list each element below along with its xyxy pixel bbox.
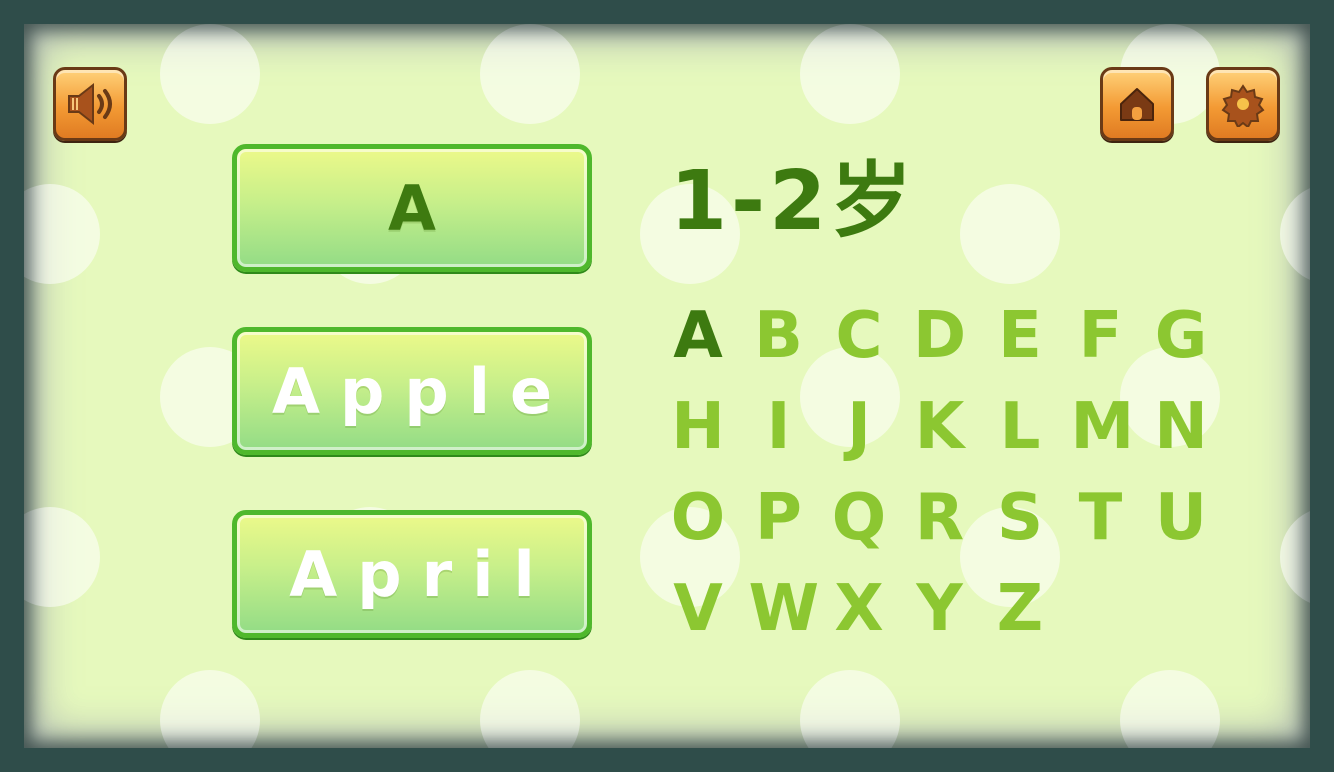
word-button-apple[interactable]: Apple — [232, 327, 592, 455]
letter-i[interactable]: I — [749, 387, 809, 467]
letter-x[interactable]: X — [829, 569, 889, 649]
letter-label: A — [388, 171, 436, 245]
letter-g[interactable]: G — [1151, 296, 1211, 376]
letter-u[interactable]: U — [1151, 478, 1211, 558]
letter-l[interactable]: L — [990, 387, 1050, 467]
background-dot — [1280, 507, 1310, 607]
letter-p[interactable]: P — [749, 478, 809, 558]
word-label-april: April — [289, 537, 555, 611]
speaker-icon — [68, 82, 112, 126]
letter-q[interactable]: Q — [829, 478, 889, 558]
letter-v[interactable]: V — [668, 569, 728, 649]
letter-e[interactable]: E — [990, 296, 1050, 376]
background-dot — [800, 24, 900, 124]
letter-d[interactable]: D — [910, 296, 970, 376]
letter-r[interactable]: R — [910, 478, 970, 558]
letter-b[interactable]: B — [749, 296, 809, 376]
letter-h[interactable]: H — [668, 387, 728, 467]
background-dot — [24, 507, 100, 607]
gear-icon — [1221, 84, 1265, 127]
letter-y[interactable]: Y — [910, 569, 970, 649]
home-icon — [1120, 88, 1154, 121]
letter-w[interactable]: W — [749, 569, 820, 649]
letter-j[interactable]: J — [829, 387, 889, 467]
background-dot — [480, 670, 580, 748]
letter-button[interactable]: A — [232, 144, 592, 272]
game-board: A Apple April 1-2岁 ABCDEFGHIJKLMNOPQRSTU… — [24, 24, 1310, 748]
letter-a[interactable]: A — [668, 296, 728, 376]
settings-button[interactable] — [1206, 67, 1280, 141]
letter-t[interactable]: T — [1071, 478, 1131, 558]
sound-button[interactable] — [53, 67, 127, 141]
background-dot — [160, 670, 260, 748]
background-dot — [800, 670, 900, 748]
home-button[interactable] — [1100, 67, 1174, 141]
age-label: 1-2岁 — [670, 154, 917, 249]
background-dot — [1120, 670, 1220, 748]
letter-c[interactable]: C — [829, 296, 889, 376]
word-label-apple: Apple — [271, 354, 573, 428]
letter-k[interactable]: K — [910, 387, 970, 467]
letter-m[interactable]: M — [1071, 387, 1135, 467]
letter-o[interactable]: O — [668, 478, 728, 558]
background-dot — [480, 24, 580, 124]
letter-f[interactable]: F — [1071, 296, 1131, 376]
background-dot — [24, 184, 100, 284]
background-dot — [1280, 184, 1310, 284]
background-dot — [960, 184, 1060, 284]
word-button-april[interactable]: April — [232, 510, 592, 638]
letter-n[interactable]: N — [1151, 387, 1211, 467]
letter-s[interactable]: S — [990, 478, 1050, 558]
letter-z[interactable]: Z — [990, 569, 1050, 649]
background-dot — [160, 24, 260, 124]
